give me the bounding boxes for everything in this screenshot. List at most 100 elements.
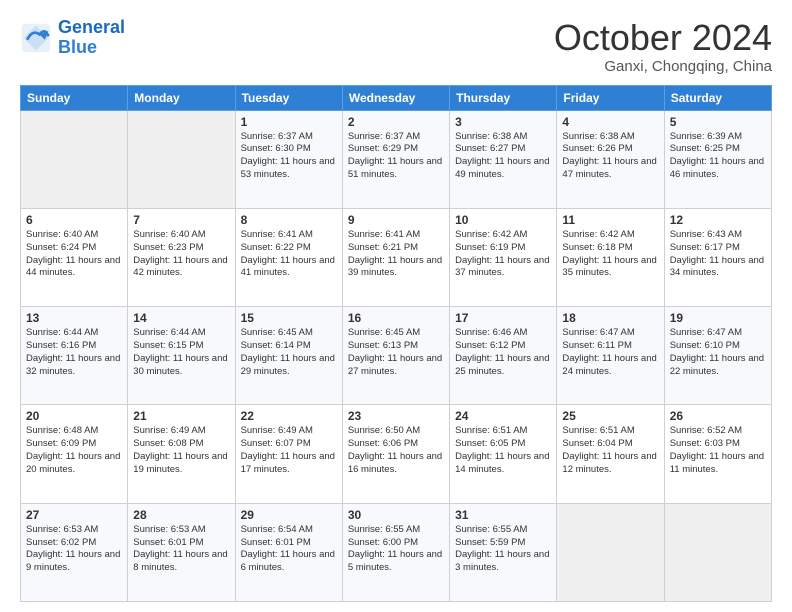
cell-info: Sunrise: 6:45 AM Sunset: 6:14 PM Dayligh… — [241, 327, 337, 378]
cell-info: Sunrise: 6:47 AM Sunset: 6:10 PM Dayligh… — [670, 327, 766, 378]
calendar-cell: 29 Sunrise: 6:54 AM Sunset: 6:01 PM Dayli… — [235, 503, 342, 601]
calendar-cell: 6Sunrise: 6:40 AM Sunset: 6:24 PM Daylig… — [21, 208, 128, 306]
weekday-header-row: SundayMondayTuesdayWednesdayThursdayFrid… — [21, 85, 772, 110]
day-number: 4 — [562, 115, 658, 129]
calendar-week-3: 13 Sunrise: 6:44 AM Sunset: 6:16 PM Dayli… — [21, 307, 772, 405]
calendar-cell: 8 Sunrise: 6:41 AM Sunset: 6:22 PM Daylig… — [235, 208, 342, 306]
cell-info: Sunrise: 6:38 AM Sunset: 6:26 PM Dayligh… — [562, 131, 658, 182]
logo-general: General — [58, 17, 125, 37]
calendar-cell: 15 Sunrise: 6:45 AM Sunset: 6:14 PM Dayli… — [235, 307, 342, 405]
calendar-cell: 18Sunrise: 6:47 AM Sunset: 6:11 PM Dayli… — [557, 307, 664, 405]
cell-info: Sunrise: 6:39 AM Sunset: 6:25 PM Dayligh… — [670, 131, 766, 182]
day-number: 13 — [26, 311, 122, 325]
calendar-cell: 22 Sunrise: 6:49 AM Sunset: 6:07 PM Dayli… — [235, 405, 342, 503]
cell-info: Sunrise: 6:38 AM Sunset: 6:27 PM Dayligh… — [455, 131, 551, 182]
day-number: 14 — [133, 311, 229, 325]
cell-info: Sunrise: 6:40 AM Sunset: 6:24 PM Dayligh… — [26, 229, 122, 280]
calendar-cell: 1 Sunrise: 6:37 AM Sunset: 6:30 PM Daylig… — [235, 110, 342, 208]
calendar-week-4: 20 Sunrise: 6:48 AM Sunset: 6:09 PM Dayli… — [21, 405, 772, 503]
day-number: 7 — [133, 213, 229, 227]
cell-info: Sunrise: 6:55 AM Sunset: 6:00 PM Dayligh… — [348, 524, 444, 575]
cell-info: Sunrise: 6:55 AM Sunset: 5:59 PM Dayligh… — [455, 524, 551, 575]
calendar-body: 1 Sunrise: 6:37 AM Sunset: 6:30 PM Daylig… — [21, 110, 772, 601]
day-number: 26 — [670, 409, 766, 423]
calendar-week-1: 1 Sunrise: 6:37 AM Sunset: 6:30 PM Daylig… — [21, 110, 772, 208]
day-number: 8 — [241, 213, 337, 227]
cell-info: Sunrise: 6:44 AM Sunset: 6:15 PM Dayligh… — [133, 327, 229, 378]
calendar-week-2: 6Sunrise: 6:40 AM Sunset: 6:24 PM Daylig… — [21, 208, 772, 306]
calendar-cell — [557, 503, 664, 601]
weekday-header-tuesday: Tuesday — [235, 85, 342, 110]
day-number: 23 — [348, 409, 444, 423]
cell-info: Sunrise: 6:52 AM Sunset: 6:03 PM Dayligh… — [670, 425, 766, 476]
calendar-week-5: 27Sunrise: 6:53 AM Sunset: 6:02 PM Dayli… — [21, 503, 772, 601]
calendar-cell: 9 Sunrise: 6:41 AM Sunset: 6:21 PM Daylig… — [342, 208, 449, 306]
day-number: 2 — [348, 115, 444, 129]
calendar-cell: 14 Sunrise: 6:44 AM Sunset: 6:15 PM Dayli… — [128, 307, 235, 405]
cell-info: Sunrise: 6:51 AM Sunset: 6:05 PM Dayligh… — [455, 425, 551, 476]
day-number: 19 — [670, 311, 766, 325]
calendar-cell: 11Sunrise: 6:42 AM Sunset: 6:18 PM Dayli… — [557, 208, 664, 306]
day-number: 3 — [455, 115, 551, 129]
calendar-cell — [128, 110, 235, 208]
calendar-cell: 3 Sunrise: 6:38 AM Sunset: 6:27 PM Daylig… — [450, 110, 557, 208]
calendar-cell — [21, 110, 128, 208]
header: General Blue October 2024 Ganxi, Chongqi… — [20, 18, 772, 75]
calendar-cell: 12 Sunrise: 6:43 AM Sunset: 6:17 PM Dayli… — [664, 208, 771, 306]
calendar-cell: 26 Sunrise: 6:52 AM Sunset: 6:03 PM Dayli… — [664, 405, 771, 503]
cell-info: Sunrise: 6:54 AM Sunset: 6:01 PM Dayligh… — [241, 524, 337, 575]
logo: General Blue — [20, 18, 125, 58]
calendar-cell: 27Sunrise: 6:53 AM Sunset: 6:02 PM Dayli… — [21, 503, 128, 601]
weekday-header-saturday: Saturday — [664, 85, 771, 110]
cell-info: Sunrise: 6:41 AM Sunset: 6:21 PM Dayligh… — [348, 229, 444, 280]
day-number: 9 — [348, 213, 444, 227]
calendar-cell: 19 Sunrise: 6:47 AM Sunset: 6:10 PM Dayli… — [664, 307, 771, 405]
day-number: 12 — [670, 213, 766, 227]
cell-info: Sunrise: 6:41 AM Sunset: 6:22 PM Dayligh… — [241, 229, 337, 280]
weekday-header-wednesday: Wednesday — [342, 85, 449, 110]
cell-info: Sunrise: 6:49 AM Sunset: 6:08 PM Dayligh… — [133, 425, 229, 476]
cell-info: Sunrise: 6:51 AM Sunset: 6:04 PM Dayligh… — [562, 425, 658, 476]
cell-info: Sunrise: 6:44 AM Sunset: 6:16 PM Dayligh… — [26, 327, 122, 378]
cell-info: Sunrise: 6:37 AM Sunset: 6:29 PM Dayligh… — [348, 131, 444, 182]
calendar-cell: 4 Sunrise: 6:38 AM Sunset: 6:26 PM Daylig… — [557, 110, 664, 208]
cell-info: Sunrise: 6:43 AM Sunset: 6:17 PM Dayligh… — [670, 229, 766, 280]
day-number: 24 — [455, 409, 551, 423]
day-number: 21 — [133, 409, 229, 423]
day-number: 28 — [133, 508, 229, 522]
page: General Blue October 2024 Ganxi, Chongqi… — [0, 0, 792, 612]
day-number: 22 — [241, 409, 337, 423]
cell-info: Sunrise: 6:37 AM Sunset: 6:30 PM Dayligh… — [241, 131, 337, 182]
day-number: 10 — [455, 213, 551, 227]
calendar-cell: 20 Sunrise: 6:48 AM Sunset: 6:09 PM Dayli… — [21, 405, 128, 503]
calendar-cell: 7 Sunrise: 6:40 AM Sunset: 6:23 PM Daylig… — [128, 208, 235, 306]
calendar-cell: 2 Sunrise: 6:37 AM Sunset: 6:29 PM Daylig… — [342, 110, 449, 208]
day-number: 1 — [241, 115, 337, 129]
weekday-header-sunday: Sunday — [21, 85, 128, 110]
cell-info: Sunrise: 6:46 AM Sunset: 6:12 PM Dayligh… — [455, 327, 551, 378]
calendar-cell: 17 Sunrise: 6:46 AM Sunset: 6:12 PM Dayli… — [450, 307, 557, 405]
day-number: 29 — [241, 508, 337, 522]
day-number: 15 — [241, 311, 337, 325]
logo-text: General Blue — [58, 18, 125, 58]
calendar-cell: 28Sunrise: 6:53 AM Sunset: 6:01 PM Dayli… — [128, 503, 235, 601]
cell-info: Sunrise: 6:50 AM Sunset: 6:06 PM Dayligh… — [348, 425, 444, 476]
calendar-cell: 31Sunrise: 6:55 AM Sunset: 5:59 PM Dayli… — [450, 503, 557, 601]
weekday-header-monday: Monday — [128, 85, 235, 110]
cell-info: Sunrise: 6:48 AM Sunset: 6:09 PM Dayligh… — [26, 425, 122, 476]
day-number: 30 — [348, 508, 444, 522]
weekday-header-friday: Friday — [557, 85, 664, 110]
day-number: 20 — [26, 409, 122, 423]
month-title: October 2024 — [554, 18, 772, 58]
cell-info: Sunrise: 6:40 AM Sunset: 6:23 PM Dayligh… — [133, 229, 229, 280]
weekday-header-thursday: Thursday — [450, 85, 557, 110]
cell-info: Sunrise: 6:49 AM Sunset: 6:07 PM Dayligh… — [241, 425, 337, 476]
day-number: 5 — [670, 115, 766, 129]
calendar-cell: 5 Sunrise: 6:39 AM Sunset: 6:25 PM Daylig… — [664, 110, 771, 208]
calendar-cell — [664, 503, 771, 601]
cell-info: Sunrise: 6:47 AM Sunset: 6:11 PM Dayligh… — [562, 327, 658, 378]
calendar-cell: 13 Sunrise: 6:44 AM Sunset: 6:16 PM Dayli… — [21, 307, 128, 405]
calendar-cell: 23 Sunrise: 6:50 AM Sunset: 6:06 PM Dayli… — [342, 405, 449, 503]
calendar-cell: 16Sunrise: 6:45 AM Sunset: 6:13 PM Dayli… — [342, 307, 449, 405]
day-number: 17 — [455, 311, 551, 325]
